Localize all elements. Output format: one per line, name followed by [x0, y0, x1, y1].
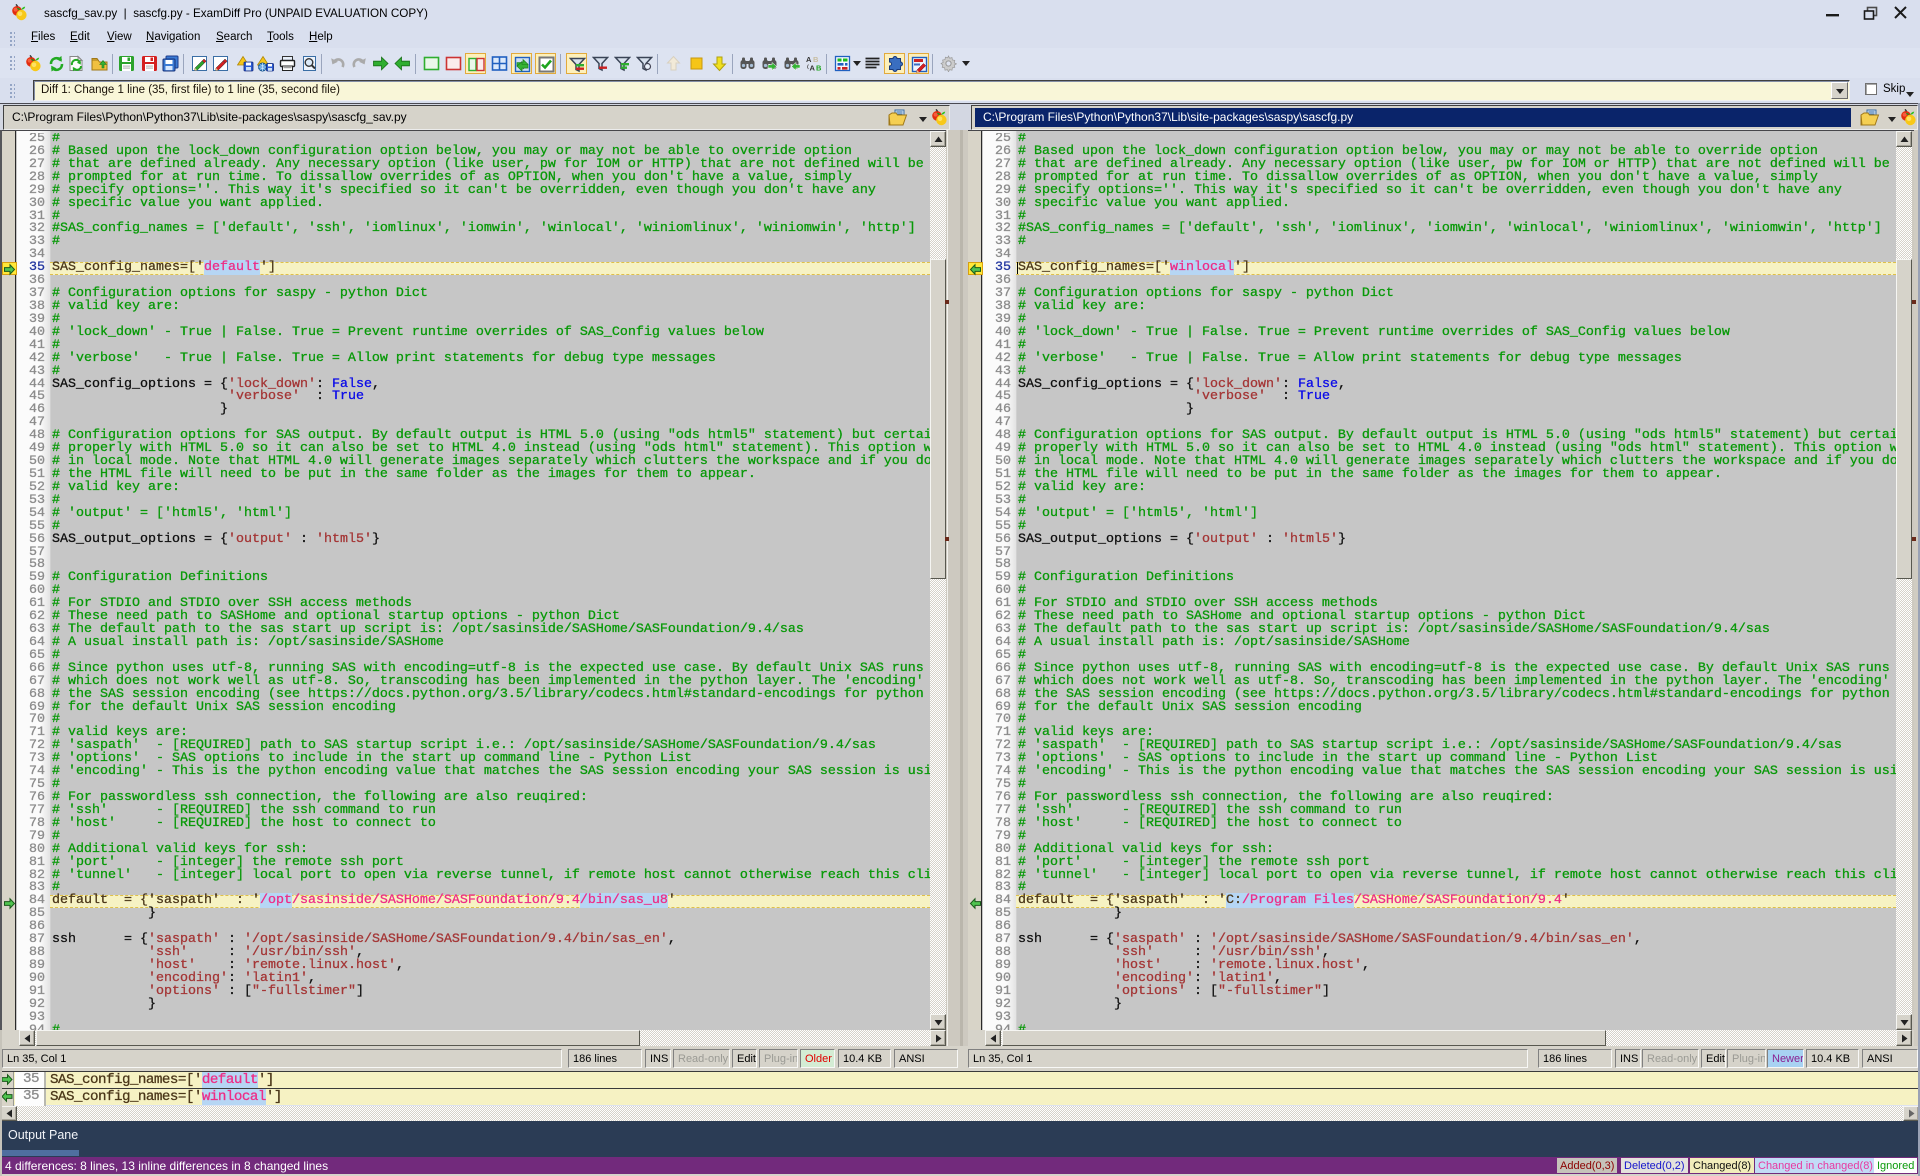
svg-text:A: A — [810, 64, 816, 73]
svg-text:B: B — [816, 64, 822, 73]
